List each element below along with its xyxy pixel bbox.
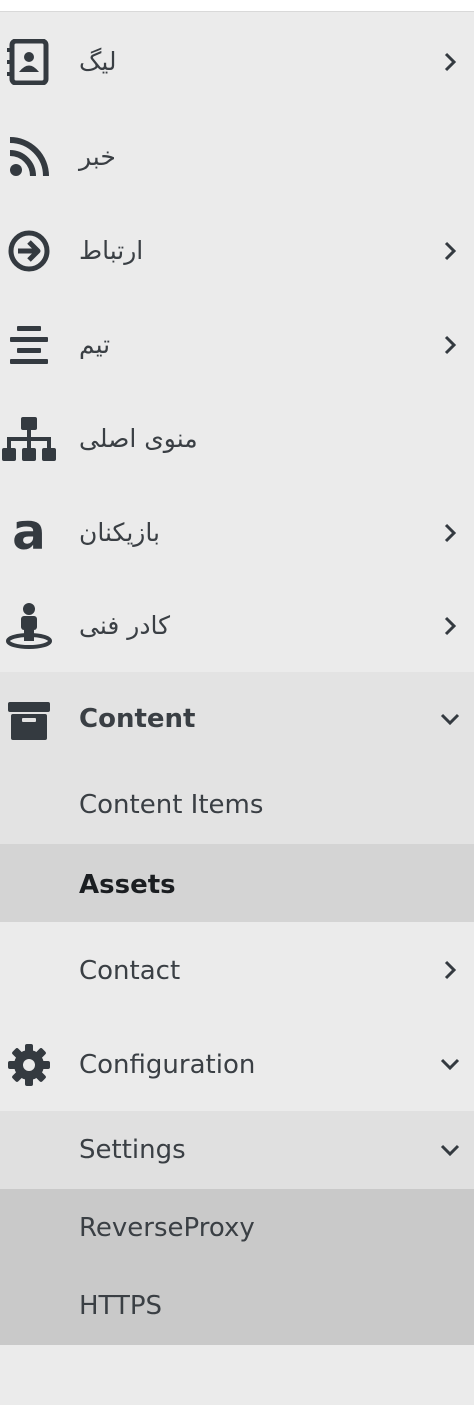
- menu-item-label: لیگ: [79, 47, 117, 76]
- chevron-right-icon: [440, 335, 460, 355]
- rss-icon: [4, 132, 54, 182]
- menu-item-label: بازیکنان: [79, 518, 160, 547]
- menu-item-label: تیم: [79, 330, 111, 359]
- menu-item-label: منوی اصلی: [79, 424, 198, 453]
- chevron-right-icon: [440, 52, 460, 72]
- submenu-item-label: Settings: [79, 1135, 186, 1165]
- submenu-item-reverseproxy[interactable]: ReverseProxy: [0, 1189, 474, 1267]
- street-view-icon: [4, 601, 54, 651]
- arrow-circle-right-icon: [4, 226, 54, 276]
- submenu-item-settings[interactable]: Settings: [0, 1111, 474, 1189]
- align-center-icon: [4, 320, 54, 370]
- menu-item-label: کادر فنی: [79, 611, 171, 640]
- menu-top-border: [0, 0, 474, 12]
- letter-a-icon: a: [4, 508, 54, 558]
- menu-item-team[interactable]: تیم: [0, 298, 474, 392]
- gear-icon: [4, 1040, 54, 1090]
- chevron-right-icon: [440, 960, 460, 980]
- submenu-item-content-items[interactable]: Content Items: [0, 766, 474, 844]
- submenu-item-label: Assets: [79, 870, 176, 900]
- admin-sidebar-menu: لیگ خبر ارتباط تیم منوی اصلی a بازیکنان …: [0, 0, 474, 1405]
- menu-item-content[interactable]: Content: [0, 672, 474, 766]
- submenu-item-label: ReverseProxy: [79, 1213, 255, 1243]
- contact-book-icon: [4, 37, 54, 87]
- submenu-item-https[interactable]: HTTPS: [0, 1267, 474, 1345]
- menu-item-news[interactable]: خبر: [0, 110, 474, 204]
- menu-item-contact[interactable]: Contact: [0, 922, 474, 1016]
- menu-item-main-menu[interactable]: منوی اصلی: [0, 392, 474, 486]
- menu-item-label: ارتباط: [79, 236, 144, 265]
- sitemap-icon: [0, 414, 58, 464]
- menu-item-label: Configuration: [79, 1050, 256, 1080]
- chevron-right-icon: [440, 523, 460, 543]
- menu-item-connection[interactable]: ارتباط: [0, 204, 474, 298]
- menu-item-technical-staff[interactable]: کادر فنی: [0, 580, 474, 672]
- menu-item-label: Content: [79, 704, 196, 734]
- chevron-down-icon: [440, 1140, 460, 1160]
- menu-item-label: Contact: [79, 956, 181, 986]
- submenu-item-assets[interactable]: Assets: [0, 844, 474, 922]
- submenu-item-label: HTTPS: [79, 1291, 163, 1321]
- menu-item-label: خبر: [79, 142, 116, 171]
- chevron-right-icon: [440, 241, 460, 261]
- chevron-down-icon: [440, 709, 460, 729]
- chevron-right-icon: [440, 616, 460, 636]
- svg-text:a: a: [12, 511, 46, 555]
- archive-icon: [4, 696, 54, 746]
- menu-item-configuration[interactable]: Configuration: [0, 1016, 474, 1111]
- submenu-item-label: Content Items: [79, 790, 264, 820]
- menu-item-league[interactable]: لیگ: [0, 14, 474, 110]
- menu-item-players[interactable]: a بازیکنان: [0, 486, 474, 580]
- chevron-down-icon: [440, 1054, 460, 1074]
